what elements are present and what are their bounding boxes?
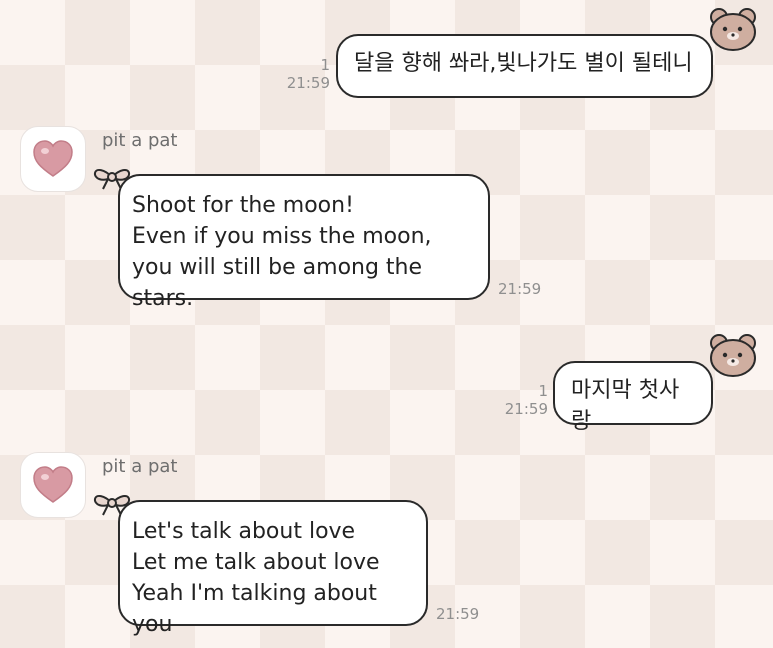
message-time: 21:59 [436,605,480,623]
sender-name: pit a pat [102,456,178,477]
avatar[interactable] [20,452,86,518]
chat-room: 달을 향해 쏴라,빛나가도 별이 될테니 1 21:59 pit a pat S… [0,0,773,648]
heart-icon [33,140,73,177]
bear-icon [710,334,756,377]
bear-icon [710,8,756,51]
message-time: 21:59 [498,280,542,298]
avatar[interactable] [20,126,86,192]
message-time: 21:59 [504,400,548,418]
message-bubble[interactable]: Let's talk about love Let me talk about … [118,500,428,637]
sender-name: pit a pat [102,130,178,151]
unread-count: 1 [320,56,330,74]
message-meta: 1 21:59 [490,382,548,418]
heart-icon [33,466,73,503]
message-bubble[interactable]: 달을 향해 쏴라,빛나가도 별이 될테니 [336,34,713,98]
message-time: 21:59 [286,74,330,92]
message-bubble[interactable]: Shoot for the moon! Even if you miss the… [118,174,490,311]
unread-count: 1 [538,382,548,400]
message-bubble[interactable]: 마지막 첫사랑 [553,361,713,434]
message-meta: 1 21:59 [272,56,330,92]
